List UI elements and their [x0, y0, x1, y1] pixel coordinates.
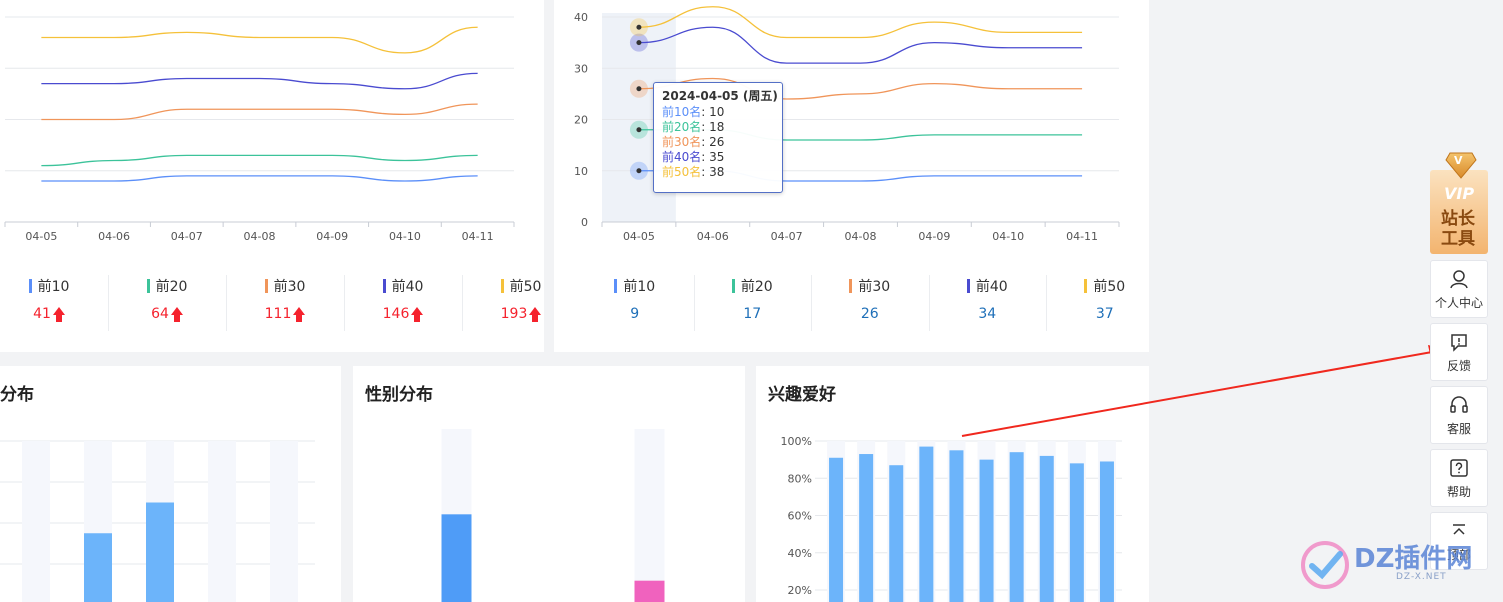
vip-tools-button[interactable]: V VIP 站长 工具 — [1428, 150, 1488, 254]
feedback-label: 反馈 — [1446, 358, 1471, 373]
help-button[interactable]: 帮助 — [1430, 449, 1488, 507]
help-icon — [1450, 458, 1468, 477]
vip-label-line3: 工具 — [1441, 229, 1475, 249]
customer-service-button[interactable]: 客服 — [1430, 386, 1488, 444]
personal-center-button[interactable]: 个人中心 — [1430, 260, 1488, 318]
watermark-brand: DZ插件网 — [1354, 544, 1473, 574]
watermark-domain: DZ-X.NET — [1396, 572, 1447, 582]
feedback-button[interactable]: 反馈 — [1430, 323, 1488, 381]
user-icon — [1450, 269, 1468, 288]
site-watermark: DZ插件网 DZ-X.NET — [1300, 536, 1500, 596]
help-label: 帮助 — [1446, 484, 1471, 499]
vip-badge-letter: V — [1454, 154, 1463, 167]
personal-center-label: 个人中心 — [1434, 295, 1483, 310]
customer-service-label: 客服 — [1446, 421, 1471, 436]
vip-label: VIP — [1444, 184, 1475, 203]
feedback-icon — [1451, 333, 1467, 352]
annotation-arrow — [961, 345, 1445, 437]
headset-icon — [1450, 395, 1468, 413]
dz-logo-icon — [1301, 541, 1349, 589]
